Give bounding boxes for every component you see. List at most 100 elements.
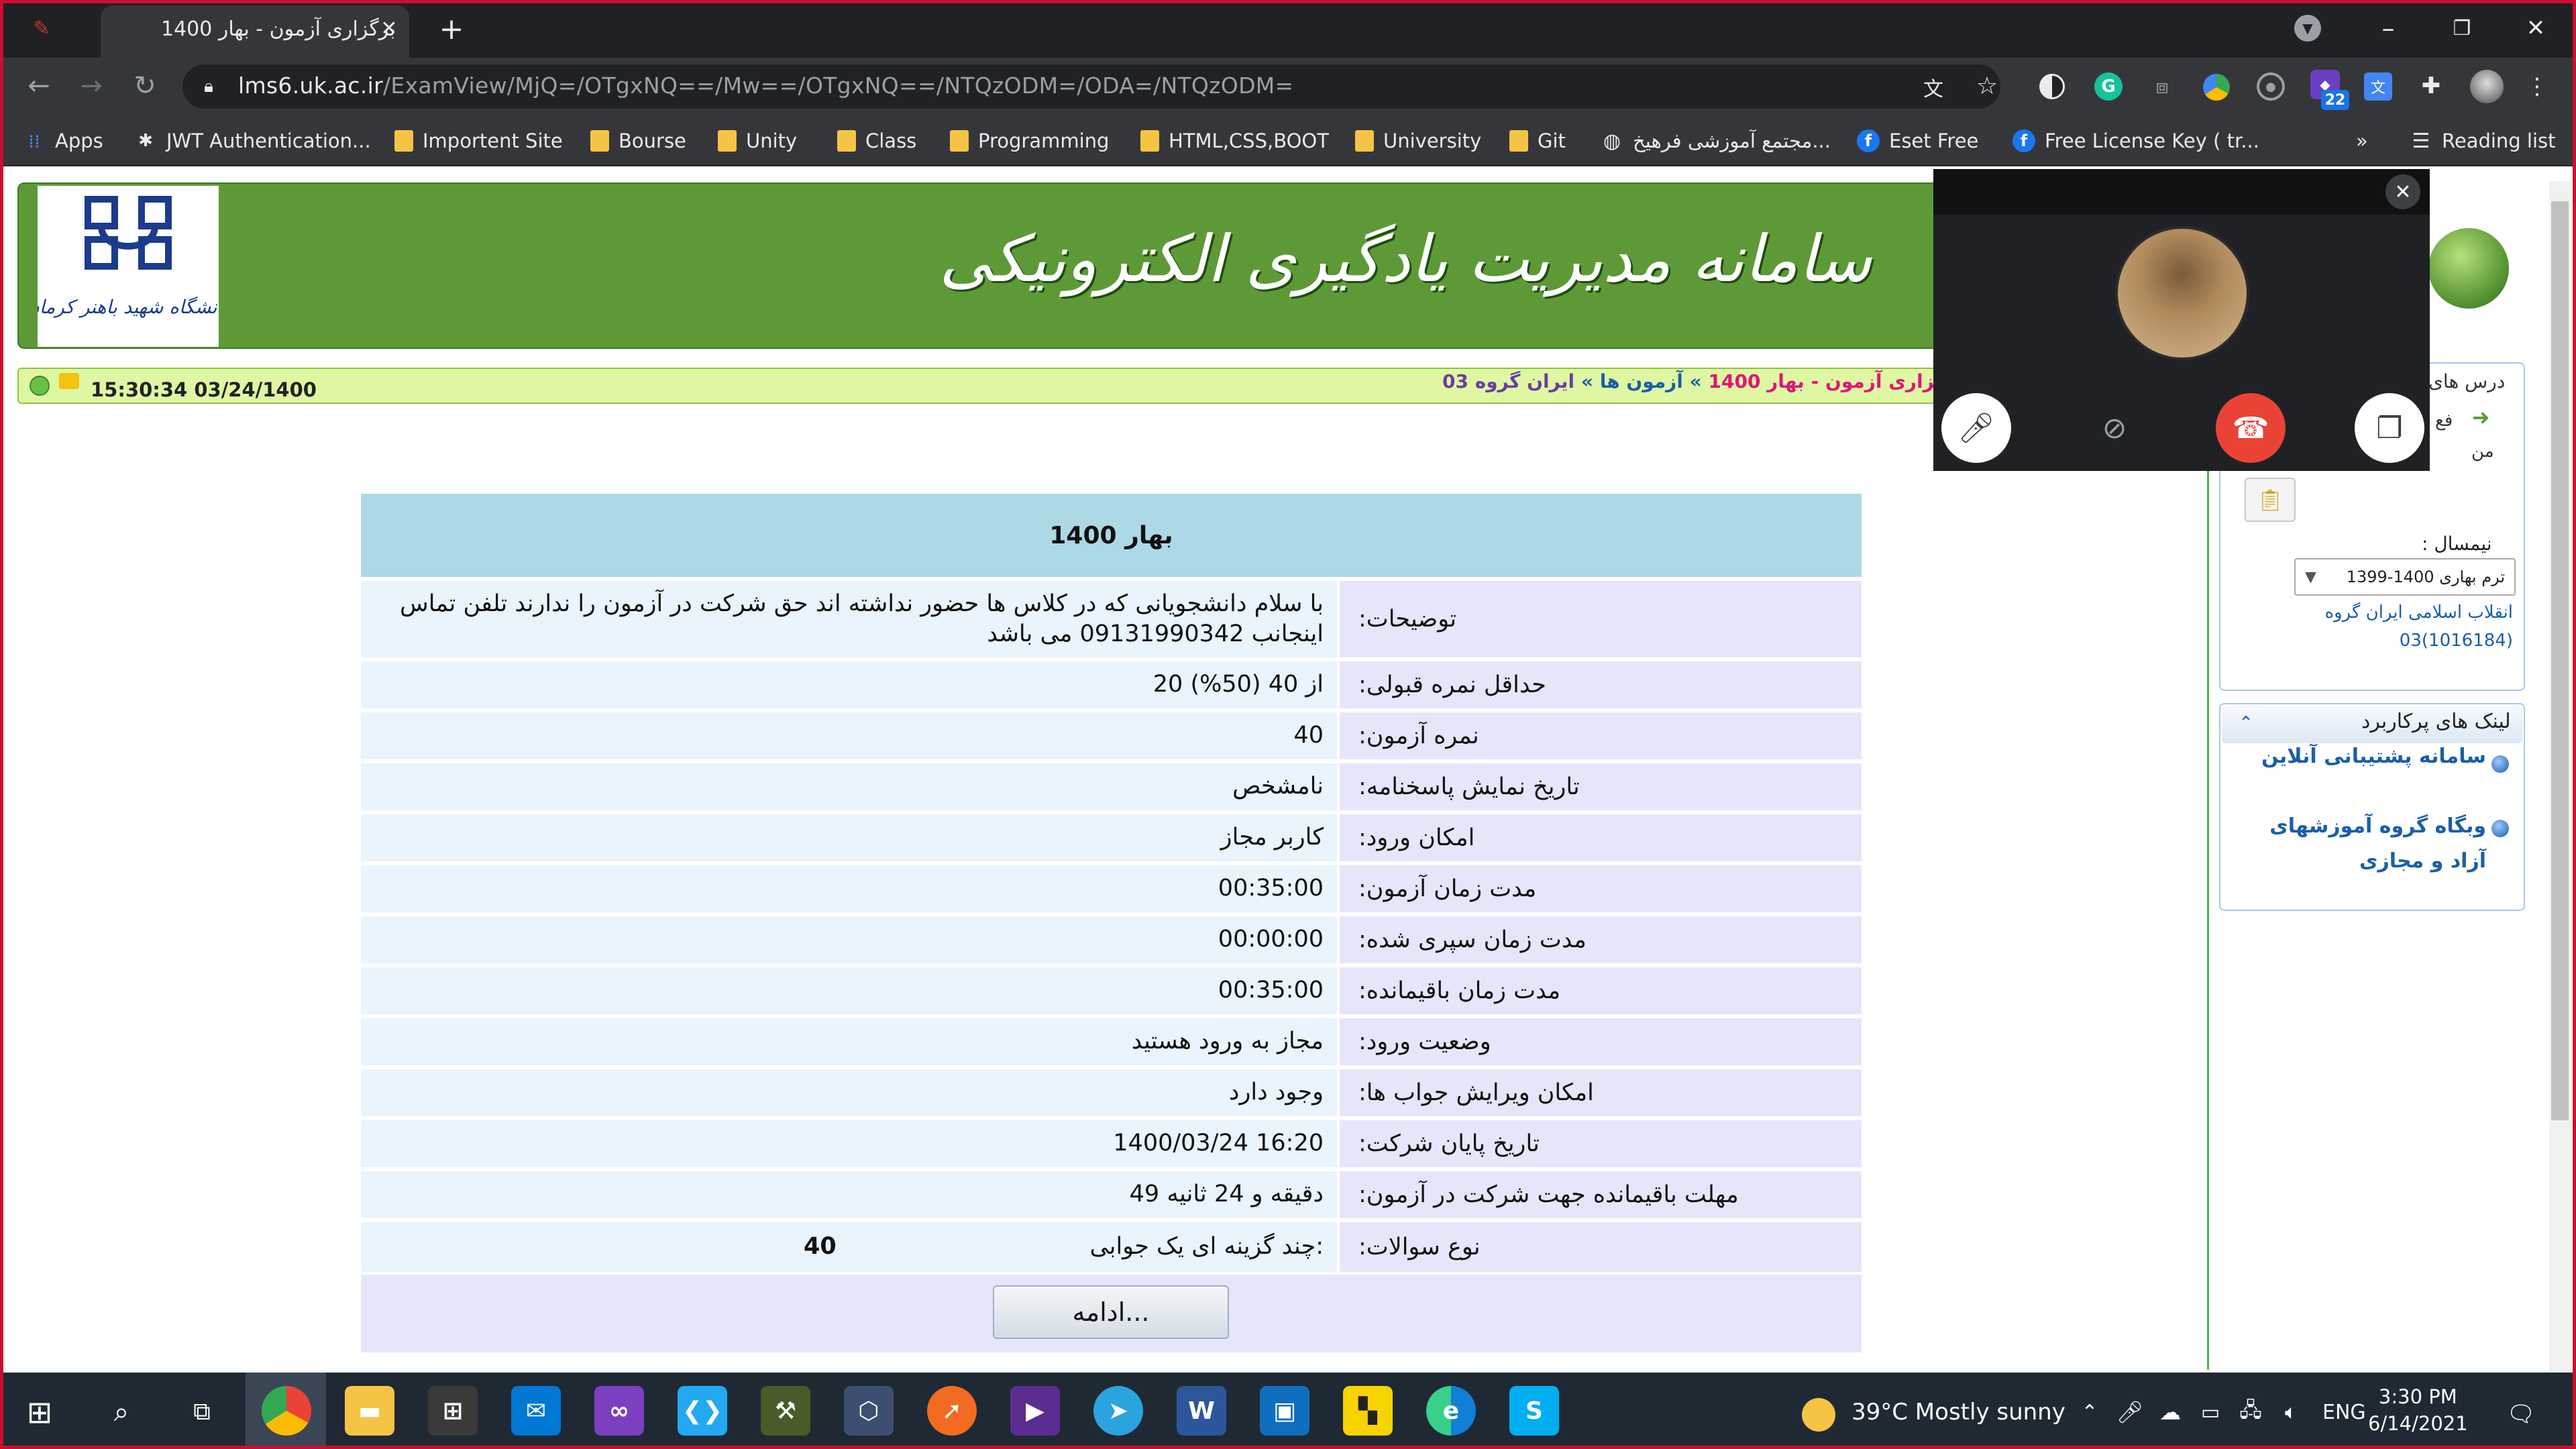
visual-studio-icon[interactable]: ∞: [594, 1386, 644, 1436]
notes-icon[interactable]: 📋︎: [2245, 478, 2296, 522]
courses-header: درس های: [2428, 370, 2506, 392]
lock-icon[interactable]: 🔒︎: [199, 75, 219, 98]
camera-off-button[interactable]: ⊘: [2080, 393, 2149, 463]
sticky-notes-icon[interactable]: ▚: [1343, 1386, 1393, 1436]
browser-menu-icon[interactable]: ✎: [27, 15, 56, 42]
message-icon[interactable]: [59, 373, 79, 389]
extension-icon[interactable]: ⧈: [2148, 72, 2176, 101]
bookmark-folder[interactable]: Importent Site: [394, 125, 563, 157]
close-window-icon[interactable]: ✕: [2516, 9, 2556, 47]
translate-extension-icon[interactable]: 文: [2364, 72, 2392, 101]
bookmark-site[interactable]: ◍ مجتمع آموزشی فرهیخ...: [1601, 125, 1831, 157]
bookmark-folder[interactable]: Unity: [718, 125, 797, 157]
mic-tray-icon[interactable]: 🎤︎: [2113, 1395, 2147, 1429]
scrollbar-thumb[interactable]: [2551, 201, 2569, 1120]
collapse-icon[interactable]: ⌃: [2234, 711, 2258, 735]
close-call-window-icon[interactable]: ✕: [2385, 174, 2420, 209]
support-link[interactable]: سامانه پشتیبانی آنلاین: [2254, 745, 2486, 768]
end-call-button[interactable]: ☎: [2216, 393, 2286, 463]
microsoft-store-icon[interactable]: ⊞: [428, 1386, 478, 1436]
puzzle-icon[interactable]: ✚: [2416, 71, 2446, 101]
url-text[interactable]: lms6.uk.ac.ir/ExamView/MjQ=/OTgxNQ==/Mw=…: [238, 72, 1294, 99]
task-view-icon[interactable]: ⧉: [177, 1387, 227, 1437]
extension-color-icon[interactable]: [2203, 74, 2230, 101]
target-extension-icon[interactable]: ●: [2257, 72, 2285, 101]
battery-icon[interactable]: ▭: [2194, 1395, 2227, 1429]
bookmark-apps[interactable]: ⁞⁞ Apps: [23, 125, 103, 157]
tab-title: برگزاری آزمون - بهار 1400: [161, 17, 396, 41]
word-icon[interactable]: W: [1177, 1386, 1226, 1436]
mail-icon[interactable]: ✉: [511, 1386, 561, 1436]
postman-icon[interactable]: ➚: [927, 1386, 977, 1436]
profile-avatar[interactable]: [2470, 70, 2504, 103]
file-explorer-icon[interactable]: ▬: [345, 1386, 394, 1436]
apps-grid-icon: ⁞⁞: [28, 129, 40, 152]
unity-icon[interactable]: ⬡: [844, 1386, 894, 1436]
vs-code-icon[interactable]: ❮❯: [678, 1386, 727, 1436]
course-item-2[interactable]: من: [2471, 441, 2494, 462]
bookmark-folder[interactable]: Bourse: [590, 125, 686, 157]
weather-text[interactable]: 39°C Mostly sunny: [1851, 1399, 2065, 1426]
edge-icon[interactable]: e: [1426, 1386, 1476, 1436]
show-hidden-icons-icon[interactable]: ⌃: [2073, 1395, 2106, 1429]
course-item[interactable]: فع: [2435, 411, 2453, 431]
folder-icon: [590, 130, 609, 152]
camera-off-icon: ⊘: [2102, 411, 2127, 445]
continue-button[interactable]: ادامه...: [993, 1285, 1229, 1339]
network-icon[interactable]: 🖧︎: [2234, 1395, 2267, 1429]
back-icon[interactable]: ←: [20, 67, 58, 105]
bookmark-folder[interactable]: HTML,CSS,BOOT: [1140, 125, 1329, 157]
translate-icon[interactable]: 文: [1919, 72, 1948, 102]
forward-icon[interactable]: →: [72, 67, 110, 105]
dark-reader-icon[interactable]: [2039, 74, 2065, 99]
course-link[interactable]: انقلاب اسلامی ایران گروه (1016184)03: [2281, 598, 2513, 655]
windows-start-icon[interactable]: ⊞: [15, 1387, 64, 1437]
status-dot-icon[interactable]: [30, 376, 50, 396]
tab-search-icon[interactable]: ▼: [2294, 15, 2321, 42]
bookmark-jwt[interactable]: ✱ JWT Authentication...: [134, 125, 371, 157]
tools-icon[interactable]: ⚒: [761, 1386, 810, 1436]
bookmark-folder[interactable]: Class: [837, 125, 916, 157]
cloud-icon[interactable]: ☁: [2153, 1395, 2187, 1429]
search-icon[interactable]: ⌕: [97, 1387, 146, 1437]
notifications-icon[interactable]: 🗨︎: [2502, 1395, 2540, 1433]
university-logo: دانشگاه شهید باهنر کرمان: [25, 186, 231, 347]
virtual-education-link[interactable]: وبگاه گروه آموزشهای آزاد و مجازی: [2234, 809, 2486, 879]
telegram-icon[interactable]: ➤: [1093, 1386, 1143, 1436]
reading-list[interactable]: ☰ Reading list: [2410, 125, 2556, 157]
grammarly-icon[interactable]: G: [2094, 72, 2123, 101]
back-arrow-icon[interactable]: ➜: [2469, 405, 2493, 430]
folder-icon: [950, 130, 969, 152]
app-icon[interactable]: ▣: [1260, 1386, 1309, 1436]
bookmark-license[interactable]: f Free License Key ( tr...: [2012, 125, 2259, 157]
breadcrumb-exams[interactable]: آزمون ها: [1600, 370, 1683, 392]
row-value: 00:00:00: [361, 916, 1337, 963]
bookmark-folder[interactable]: Git: [1509, 125, 1566, 157]
new-tab-icon[interactable]: +: [435, 12, 468, 46]
bookmark-star-icon[interactable]: ☆: [1972, 71, 2002, 101]
semester-select[interactable]: ▼ ترم بهاری 1400-1399: [2294, 558, 2516, 596]
pop-out-button[interactable]: ❐: [2355, 393, 2424, 463]
media-player-icon[interactable]: ▶: [1010, 1386, 1060, 1436]
weather-sun-icon[interactable]: [1802, 1398, 1835, 1432]
row-label: امکان ویرایش جواب ها:: [1340, 1069, 1862, 1116]
minimize-icon[interactable]: –: [2368, 9, 2408, 47]
bookmark-eset[interactable]: f Eset Free: [1857, 125, 1978, 157]
bookmark-folder[interactable]: University: [1355, 125, 1481, 157]
chrome-icon[interactable]: [262, 1386, 311, 1436]
volume-icon[interactable]: 🔈︎: [2274, 1395, 2308, 1429]
more-menu-icon[interactable]: ⋮: [2524, 70, 2551, 103]
skype-icon[interactable]: S: [1509, 1386, 1559, 1436]
clock[interactable]: 3:30 PM 6/14/2021: [2368, 1383, 2468, 1437]
language-indicator[interactable]: ENG: [2322, 1401, 2366, 1424]
microphone-button[interactable]: 🎤︎: [1941, 393, 2011, 463]
reload-icon[interactable]: ↻: [126, 67, 164, 105]
restore-icon[interactable]: ❐: [2442, 9, 2482, 47]
bookmark-folder[interactable]: Programming: [950, 125, 1109, 157]
breadcrumb-course[interactable]: ایران گروه 03: [1442, 370, 1574, 392]
exam-title: بهار 1400: [361, 494, 1862, 577]
bookmarks-more[interactable]: »: [2356, 125, 2368, 157]
tab-close-icon[interactable]: ✕: [376, 15, 402, 42]
exam-row-description: با سلام دانشجویانی که در کلاس ها حضور ند…: [361, 581, 1862, 657]
exam-row-remaining: 00:35:00 مدت زمان باقیمانده:: [361, 967, 1862, 1014]
